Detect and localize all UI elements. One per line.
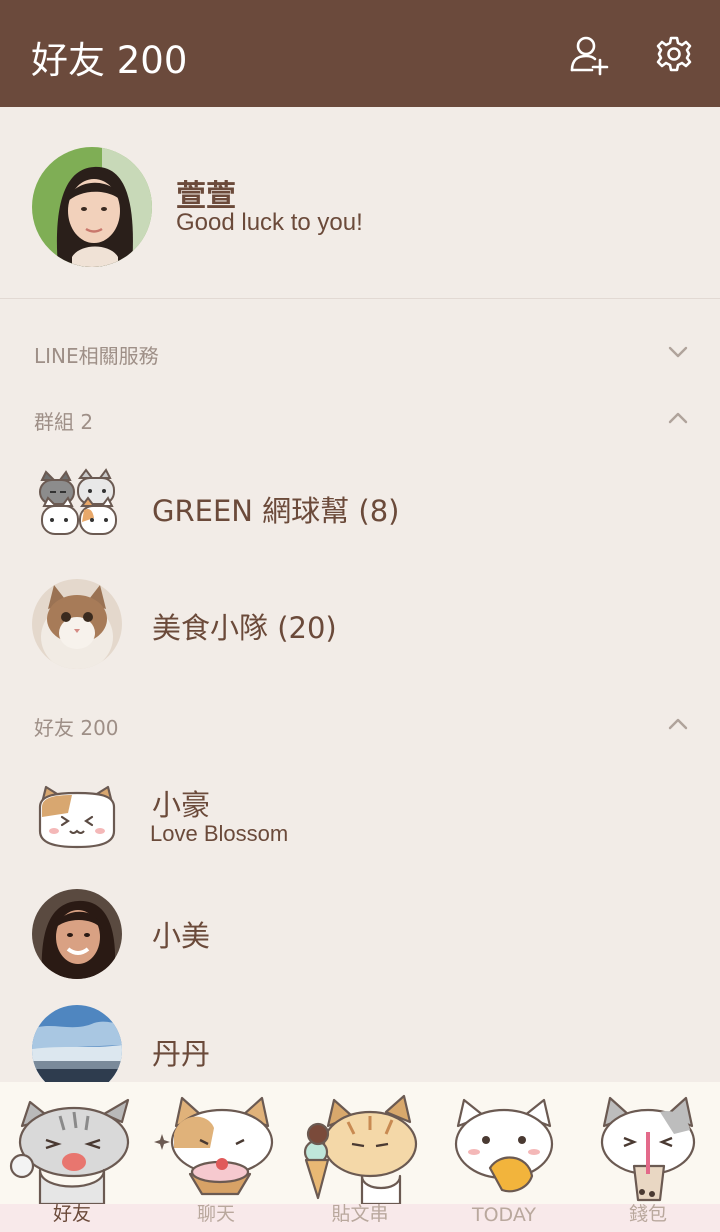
friend-name: 小豪 <box>152 788 211 822</box>
group-name: 美食小隊 (20) <box>152 611 337 645</box>
boba-cat-sticker-icon <box>600 1096 696 1202</box>
my-avatar[interactable] <box>32 147 152 267</box>
bottom-tab-bar: 好友 聊天 貼文串 TODAY 錢包 <box>0 1082 720 1232</box>
grey-cat-sticker-icon <box>9 1098 130 1204</box>
add-friend-button[interactable] <box>566 30 614 78</box>
tab-label: 錢包 <box>628 1203 667 1225</box>
page-title: 好友 200 <box>31 39 188 82</box>
section-groups[interactable]: 群組 2 <box>34 406 93 435</box>
friend-avatar-photo <box>32 889 122 979</box>
settings-button[interactable] <box>650 30 698 78</box>
section-friends[interactable]: 好友 200 <box>34 712 119 741</box>
my-profile[interactable]: 萱萱 Good luck to you! <box>0 107 720 299</box>
tab-label: 好友 <box>52 1203 91 1225</box>
tab-today[interactable]: TODAY <box>432 1082 576 1232</box>
gear-icon <box>656 36 692 72</box>
friend-avatar-cat <box>32 773 122 863</box>
group-name: GREEN 網球幫 (8) <box>152 494 400 528</box>
cupcake-cat-sticker-icon <box>154 1096 274 1196</box>
add-friend-icon <box>570 36 609 76</box>
tab-friends[interactable]: 好友 <box>0 1082 144 1232</box>
tab-label: TODAY <box>472 1204 536 1226</box>
section-line-services[interactable]: LINE相關服務 <box>34 340 159 369</box>
app-header: 好友 200 <box>0 0 720 107</box>
tab-label: 聊天 <box>196 1203 235 1225</box>
icecream-cat-sticker-icon <box>303 1094 418 1204</box>
chevron-down-icon[interactable] <box>666 340 690 364</box>
tab-wallet[interactable]: 錢包 <box>576 1082 720 1232</box>
tab-label: 貼文串 <box>331 1203 389 1225</box>
group-avatar-food <box>32 579 122 669</box>
friend-name: 小美 <box>152 919 211 953</box>
taiyaki-cat-sticker-icon <box>454 1098 554 1193</box>
friend-status-message: Love Blossom <box>150 821 289 846</box>
tab-timeline[interactable]: 貼文串 <box>288 1082 432 1232</box>
friend-name: 丹丹 <box>152 1037 211 1071</box>
my-status-message: Good luck to you! <box>176 209 363 236</box>
chevron-up-icon[interactable] <box>666 712 690 736</box>
group-avatar-cats <box>32 462 122 552</box>
tab-chats[interactable]: 聊天 <box>144 1082 288 1232</box>
chevron-up-icon[interactable] <box>666 406 690 430</box>
